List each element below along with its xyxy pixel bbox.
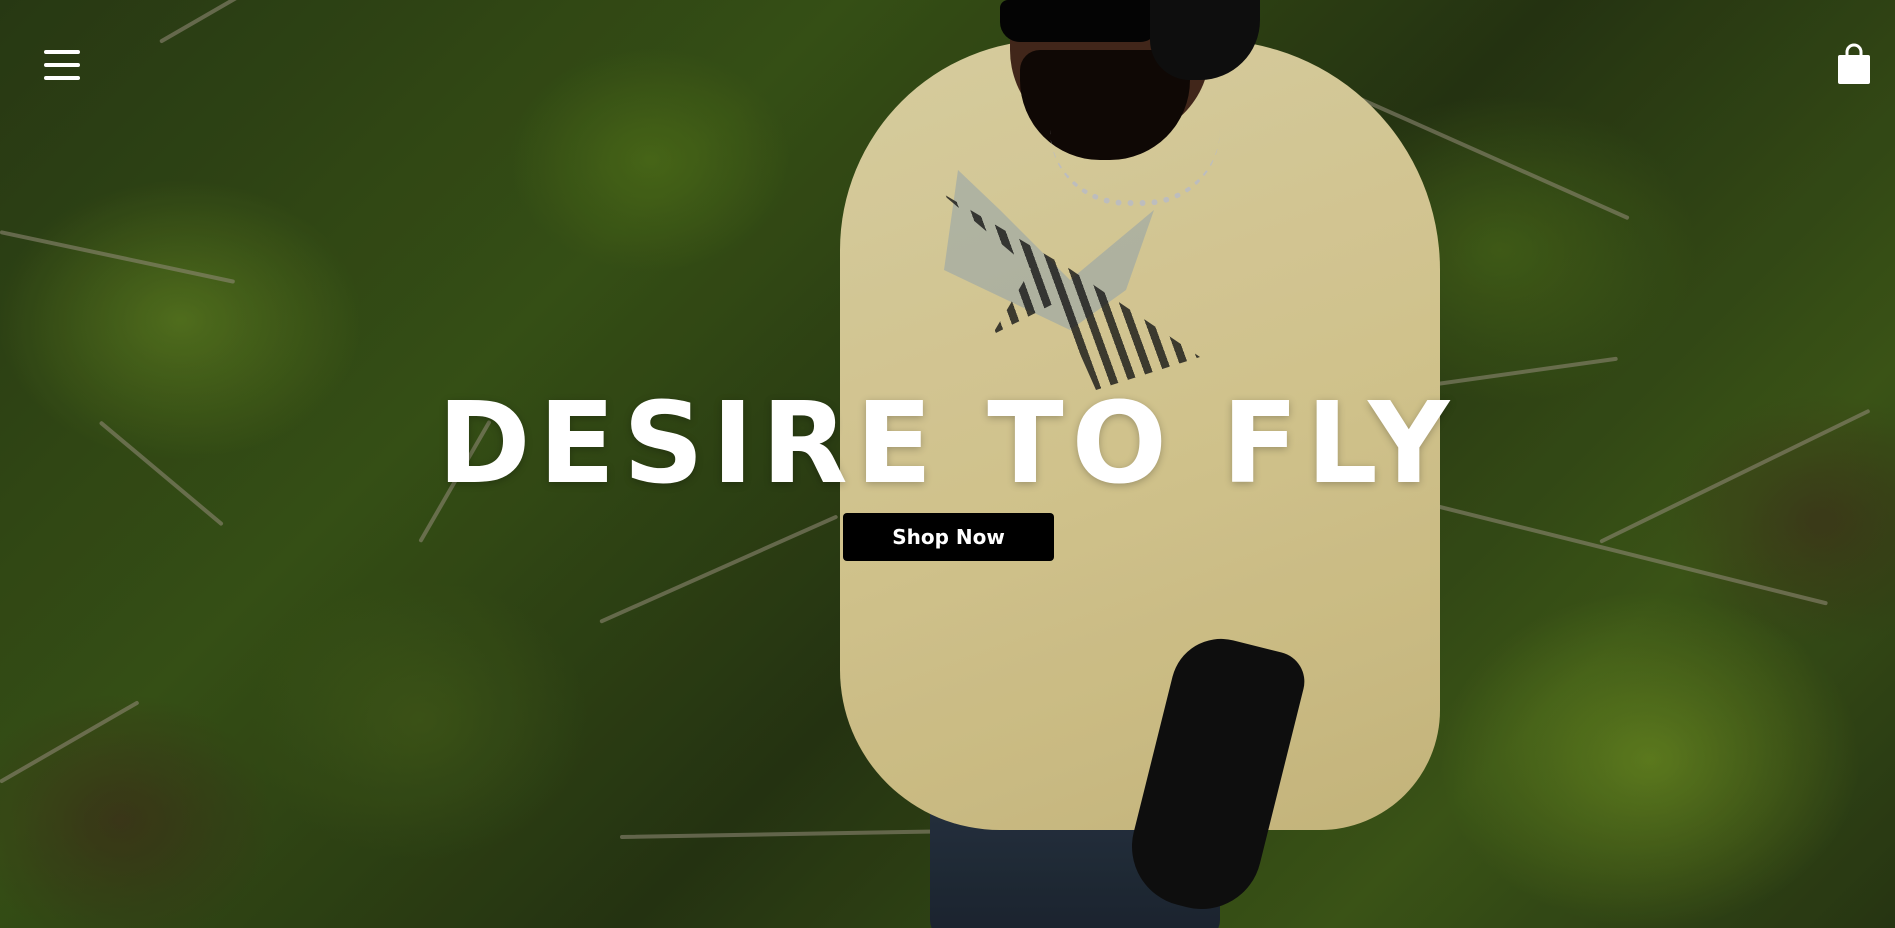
hero-section: DESIRE TO FLY Shop Now [0,0,1895,928]
shop-now-button[interactable]: Shop Now [843,513,1054,561]
hamburger-menu-icon[interactable] [44,50,82,80]
hero-title: DESIRE TO FLY [437,379,1458,509]
shopping-bag-icon[interactable] [1836,42,1872,86]
